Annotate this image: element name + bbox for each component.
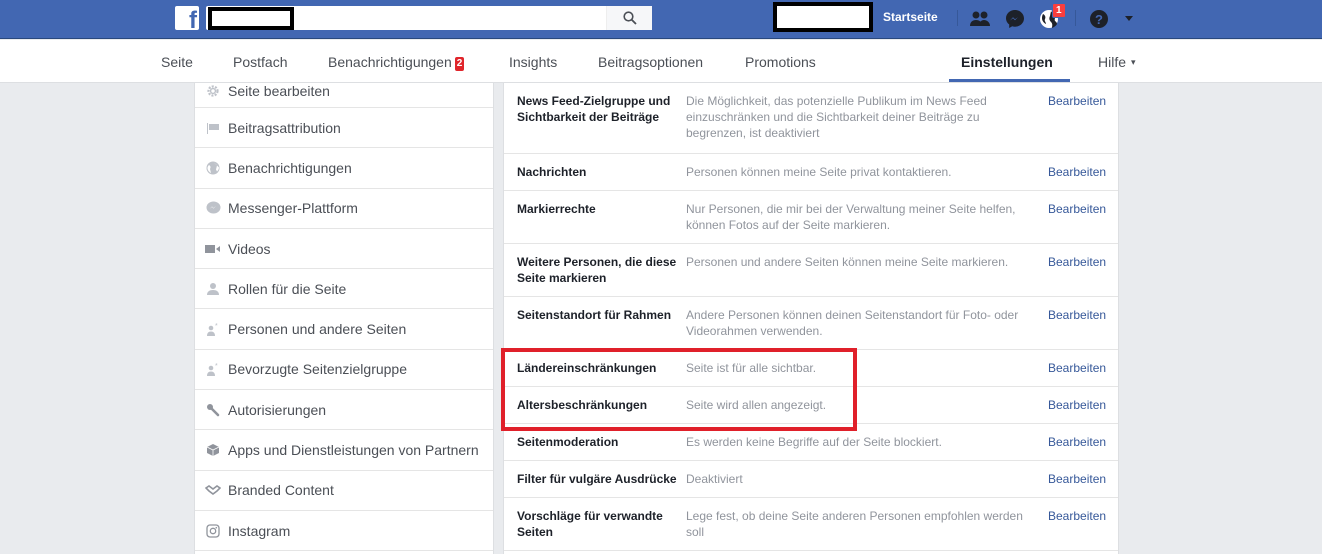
settings-row: Nachrichten Personen können meine Seite …: [504, 154, 1118, 191]
help-button[interactable]: ?: [1088, 8, 1110, 30]
messenger-icon: [205, 200, 221, 216]
settings-row: Weitere Personen, die diese Seite markie…: [504, 244, 1118, 297]
edit-link[interactable]: Bearbeiten: [1048, 360, 1106, 376]
edit-link[interactable]: Bearbeiten: [1048, 397, 1106, 413]
sidebar-item-beitragsattribution[interactable]: Beitragsattribution: [195, 108, 493, 149]
flag-icon: [205, 120, 221, 136]
settings-sidebar: Seite bearbeiten Beitragsattribution Ben…: [194, 83, 494, 554]
sidebar-item-videos[interactable]: Videos: [195, 229, 493, 270]
cube-icon: [205, 442, 221, 458]
person-icon: [205, 281, 221, 297]
active-tab-indicator: [949, 79, 1070, 82]
tab-benachrichtigungen[interactable]: Benachrichtigungen 2: [328, 54, 465, 71]
sidebar-item-instagram[interactable]: Instagram: [195, 511, 493, 552]
search-icon: [622, 11, 637, 25]
edit-link[interactable]: Bearbeiten: [1048, 471, 1106, 487]
tab-beitragsoptionen[interactable]: Beitragsoptionen: [598, 54, 703, 70]
edit-link[interactable]: Bearbeiten: [1048, 164, 1106, 180]
notifications-count-badge: 2: [454, 57, 465, 71]
tab-promotions[interactable]: Promotions: [745, 54, 816, 70]
edit-link[interactable]: Bearbeiten: [1048, 93, 1106, 109]
wrench-icon: [205, 402, 221, 418]
account-menu-caret-icon[interactable]: [1125, 16, 1133, 21]
home-link[interactable]: Startseite: [883, 10, 938, 24]
help-icon: ?: [1090, 10, 1108, 28]
video-camera-icon: [205, 241, 221, 257]
person-star-icon: *: [205, 361, 221, 377]
facebook-logo[interactable]: f: [175, 6, 199, 30]
instagram-icon: [205, 523, 221, 539]
sidebar-item-benachrichtigungen[interactable]: Benachrichtigungen: [195, 148, 493, 189]
gear-icon: [205, 83, 221, 99]
svg-text:?: ?: [1095, 12, 1103, 27]
sidebar-item-bevorzugte-seitenzielgruppe[interactable]: * Bevorzugte Seitenzielgruppe: [195, 350, 493, 391]
redacted-search-text: [208, 7, 294, 30]
globe-icon: [205, 160, 221, 176]
divider: [957, 10, 958, 26]
sidebar-item-rollen[interactable]: Rollen für die Seite: [195, 269, 493, 310]
person-star-icon: *: [205, 321, 221, 337]
settings-row: Filter für vulgäre Ausdrücke Deaktiviert…: [504, 461, 1118, 498]
svg-text:*: *: [215, 323, 218, 330]
divider: [1075, 10, 1076, 26]
settings-row: News Feed-Zielgruppe und Sichtbarkeit de…: [504, 83, 1118, 154]
edit-link[interactable]: Bearbeiten: [1048, 254, 1106, 270]
tab-hilfe[interactable]: Hilfe ▾: [1098, 54, 1136, 70]
tab-seite[interactable]: Seite: [161, 54, 193, 70]
search-button[interactable]: [606, 6, 652, 30]
sidebar-item-seite-bearbeiten[interactable]: Seite bearbeiten: [195, 75, 493, 108]
settings-row: Vorschläge für verwandte Seiten Lege fes…: [504, 498, 1118, 551]
tab-postfach[interactable]: Postfach: [233, 54, 287, 70]
notifications-badge: 1: [1052, 3, 1066, 18]
tab-insights[interactable]: Insights: [509, 54, 557, 70]
settings-row: Seitenmoderation Es werden keine Begriff…: [504, 424, 1118, 461]
sidebar-item-autorisierungen[interactable]: Autorisierungen: [195, 390, 493, 431]
settings-row: Seitenstandort für Rahmen Andere Persone…: [504, 297, 1118, 350]
messenger-icon: [1006, 10, 1024, 28]
settings-row-laendereinschraenkungen: Ländereinschränkungen Seite ist für alle…: [504, 350, 1118, 387]
friend-requests-button[interactable]: [969, 8, 991, 30]
general-settings-table: News Feed-Zielgruppe und Sichtbarkeit de…: [503, 83, 1119, 554]
edit-link[interactable]: Bearbeiten: [1048, 201, 1106, 217]
messenger-button[interactable]: [1004, 8, 1026, 30]
edit-link[interactable]: Bearbeiten: [1048, 508, 1106, 524]
friend-requests-icon: [970, 11, 990, 26]
tab-einstellungen[interactable]: Einstellungen: [961, 54, 1053, 70]
svg-text:*: *: [215, 363, 218, 370]
settings-row-altersbeschraenkungen: Altersbeschränkungen Seite wird allen an…: [504, 387, 1118, 424]
sidebar-item-apps-und-dienstleistungen[interactable]: Apps und Dienstleistungen von Partnern: [195, 430, 493, 471]
redacted-profile-name[interactable]: [773, 2, 873, 32]
chevron-down-icon: ▾: [1131, 57, 1136, 67]
edit-link[interactable]: Bearbeiten: [1048, 307, 1106, 323]
top-navigation-bar: f Startseite 1 ?: [0, 0, 1322, 39]
edit-link[interactable]: Bearbeiten: [1048, 434, 1106, 450]
sidebar-item-branded-content[interactable]: Branded Content: [195, 471, 493, 511]
handshake-icon: [205, 482, 221, 498]
sidebar-item-messenger-plattform[interactable]: Messenger-Plattform: [195, 189, 493, 229]
sidebar-item-personen-und-andere-seiten[interactable]: * Personen und andere Seiten: [195, 309, 493, 350]
search-input[interactable]: [206, 6, 652, 30]
settings-row: Markierrechte Nur Personen, die mir bei …: [504, 191, 1118, 244]
